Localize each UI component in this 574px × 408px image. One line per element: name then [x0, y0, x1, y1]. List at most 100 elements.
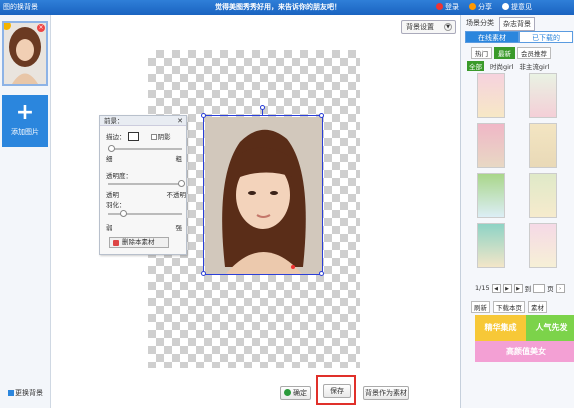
shadow-checkbox[interactable] — [150, 134, 157, 140]
change-bg-icon — [8, 390, 14, 396]
stroke-color-swatch[interactable] — [127, 132, 139, 141]
close-icon[interactable]: ✕ — [177, 116, 183, 126]
feedback-icon — [502, 3, 509, 10]
tab-downloaded[interactable]: 已下载的 — [519, 31, 573, 43]
login-link[interactable]: 登录 — [436, 2, 459, 12]
opacity-label: 透明度： — [106, 172, 132, 180]
next-page-button[interactable]: ▶ — [502, 283, 512, 293]
promo-c[interactable]: 高颜值美女 — [475, 341, 574, 362]
resize-handle-tr[interactable] — [319, 113, 324, 118]
resize-handle-tl[interactable] — [201, 113, 206, 118]
pagination: 1/15 ◀ ▶ ▶ 到 页 › — [475, 283, 565, 293]
feather-slider[interactable] — [108, 210, 182, 217]
rotate-handle[interactable] — [260, 105, 265, 110]
app-title: 图的换背景 — [3, 3, 38, 11]
delete-material-button[interactable]: 删除本素材 — [109, 237, 169, 248]
delete-material-label: 删除本素材 — [122, 238, 155, 246]
bg-setting-label: 背景设置 — [406, 23, 434, 31]
transparent-label: 透明 — [106, 191, 119, 199]
resize-handle-bl[interactable] — [201, 271, 206, 276]
right-panel-tabs: 场景分类 杂志背景 — [463, 17, 535, 31]
material-tools: 刷新 下载本页 素材 — [471, 301, 547, 313]
opacity-range-labels: 透明 不透明 — [106, 189, 186, 199]
opaque-label: 不透明 — [166, 191, 187, 199]
share-link[interactable]: 分享 — [469, 2, 492, 12]
filter-fashion-girl[interactable]: 时尚girl — [490, 61, 513, 71]
refresh-button[interactable]: 刷新 — [471, 301, 490, 313]
change-bg-label: 更换背景 — [15, 389, 43, 397]
tab-scene-category[interactable]: 场景分类 — [463, 17, 497, 31]
foreground-panel-title: 前景： — [104, 117, 124, 125]
thin-label: 细 — [106, 155, 113, 163]
titlebar-actions: 登录 分享 提意见 — [436, 2, 532, 12]
login-icon — [436, 3, 443, 10]
save-label: 保存 — [330, 387, 344, 395]
feather-slider-knob[interactable] — [120, 210, 127, 217]
remove-thumbnail-icon[interactable]: × — [37, 24, 45, 32]
slogan-text: 觉得美图秀秀好用，来告诉你的朋友吧！ — [215, 3, 341, 11]
shadow-option[interactable]: 阴影 — [150, 133, 171, 141]
resize-handle-br[interactable] — [319, 271, 324, 276]
promo-b[interactable]: 人气先发 — [526, 315, 574, 341]
add-image-label: 添加图片 — [11, 128, 39, 136]
selection-box[interactable] — [203, 115, 323, 275]
goto-suffix: 页 — [547, 285, 554, 293]
share-label: 分享 — [478, 3, 492, 11]
goto-label: 到 — [524, 285, 532, 293]
opacity-slider-knob[interactable] — [178, 180, 185, 187]
category-tabs: 热门 最新 会员推荐 — [471, 47, 551, 59]
filter-tabs: 全部 时尚girl 非主流girl — [467, 61, 549, 71]
material-tile[interactable] — [477, 123, 505, 168]
material-tile[interactable] — [477, 173, 505, 218]
tab-vip-recommend[interactable]: 会员推荐 — [517, 47, 551, 59]
prev-page-button[interactable]: ◀ — [491, 283, 501, 293]
goto-page-button[interactable]: › — [555, 283, 565, 293]
foreground-panel: 前景： ✕ 描边： 阴影 细粗 透明度： 透明 不透明 羽化： 弱强 删除本素材 — [99, 115, 187, 255]
left-panel: × + 添加图片 更换背景 — [0, 15, 51, 408]
thumbnail-badge-icon — [4, 23, 11, 30]
material-tile[interactable] — [529, 173, 557, 218]
promo-a[interactable]: 精华集成 — [475, 315, 526, 341]
right-panel: 场景分类 杂志背景 在线素材 已下载的 热门 最新 会员推荐 全部 时尚girl… — [460, 15, 574, 408]
feather-label: 羽化： — [106, 201, 126, 209]
page-indicator: 1/15 — [475, 284, 490, 292]
source-subtabs: 在线素材 已下载的 — [465, 31, 573, 43]
weak-label: 弱 — [106, 224, 113, 232]
background-settings-dropdown[interactable]: 背景设置 ▼ — [401, 20, 456, 34]
stroke-slider[interactable] — [108, 145, 182, 152]
save-button[interactable]: 保存 — [323, 384, 351, 398]
stroke-label: 描边： — [106, 133, 126, 141]
download-page-button[interactable]: 下载本页 — [493, 301, 525, 313]
material-tile[interactable] — [477, 223, 505, 268]
login-label: 登录 — [445, 3, 459, 11]
opacity-slider[interactable] — [108, 180, 185, 187]
material-tile[interactable] — [529, 123, 557, 168]
material-tile[interactable] — [477, 73, 505, 118]
image-thumbnail[interactable]: × — [2, 21, 48, 86]
foreground-panel-header: 前景： ✕ — [100, 116, 186, 126]
chevron-down-icon: ▼ — [444, 23, 452, 31]
goto-page-input[interactable] — [533, 283, 546, 293]
stroke-slider-knob[interactable] — [108, 145, 115, 152]
promo-banner[interactable]: 精华集成 人气先发 高颜值美女 — [475, 315, 574, 362]
confirm-button[interactable]: 确定 — [280, 386, 311, 400]
material-button[interactable]: 素材 — [528, 301, 547, 313]
last-page-button[interactable]: ▶ — [513, 283, 523, 293]
filter-all[interactable]: 全部 — [467, 61, 484, 71]
tab-online-material[interactable]: 在线素材 — [465, 31, 519, 43]
add-image-button[interactable]: + 添加图片 — [2, 95, 48, 147]
plus-icon: + — [15, 100, 35, 125]
tab-hot[interactable]: 热门 — [471, 47, 492, 59]
save-as-material-button[interactable]: 背景作为素材 — [363, 386, 409, 400]
filter-nonmainstream-girl[interactable]: 非主流girl — [519, 61, 549, 71]
stroke-range-labels: 细粗 — [106, 153, 182, 163]
tab-magazine-bg[interactable]: 杂志背景 — [499, 17, 535, 31]
feedback-link[interactable]: 提意见 — [502, 2, 532, 12]
tab-newest[interactable]: 最新 — [494, 47, 515, 59]
material-tile[interactable] — [529, 73, 557, 118]
share-icon — [469, 3, 476, 10]
save-as-material-label: 背景作为素材 — [365, 389, 407, 397]
delete-icon — [113, 240, 119, 246]
material-tile[interactable] — [529, 223, 557, 268]
change-background-button[interactable]: 更换背景 — [8, 388, 43, 398]
